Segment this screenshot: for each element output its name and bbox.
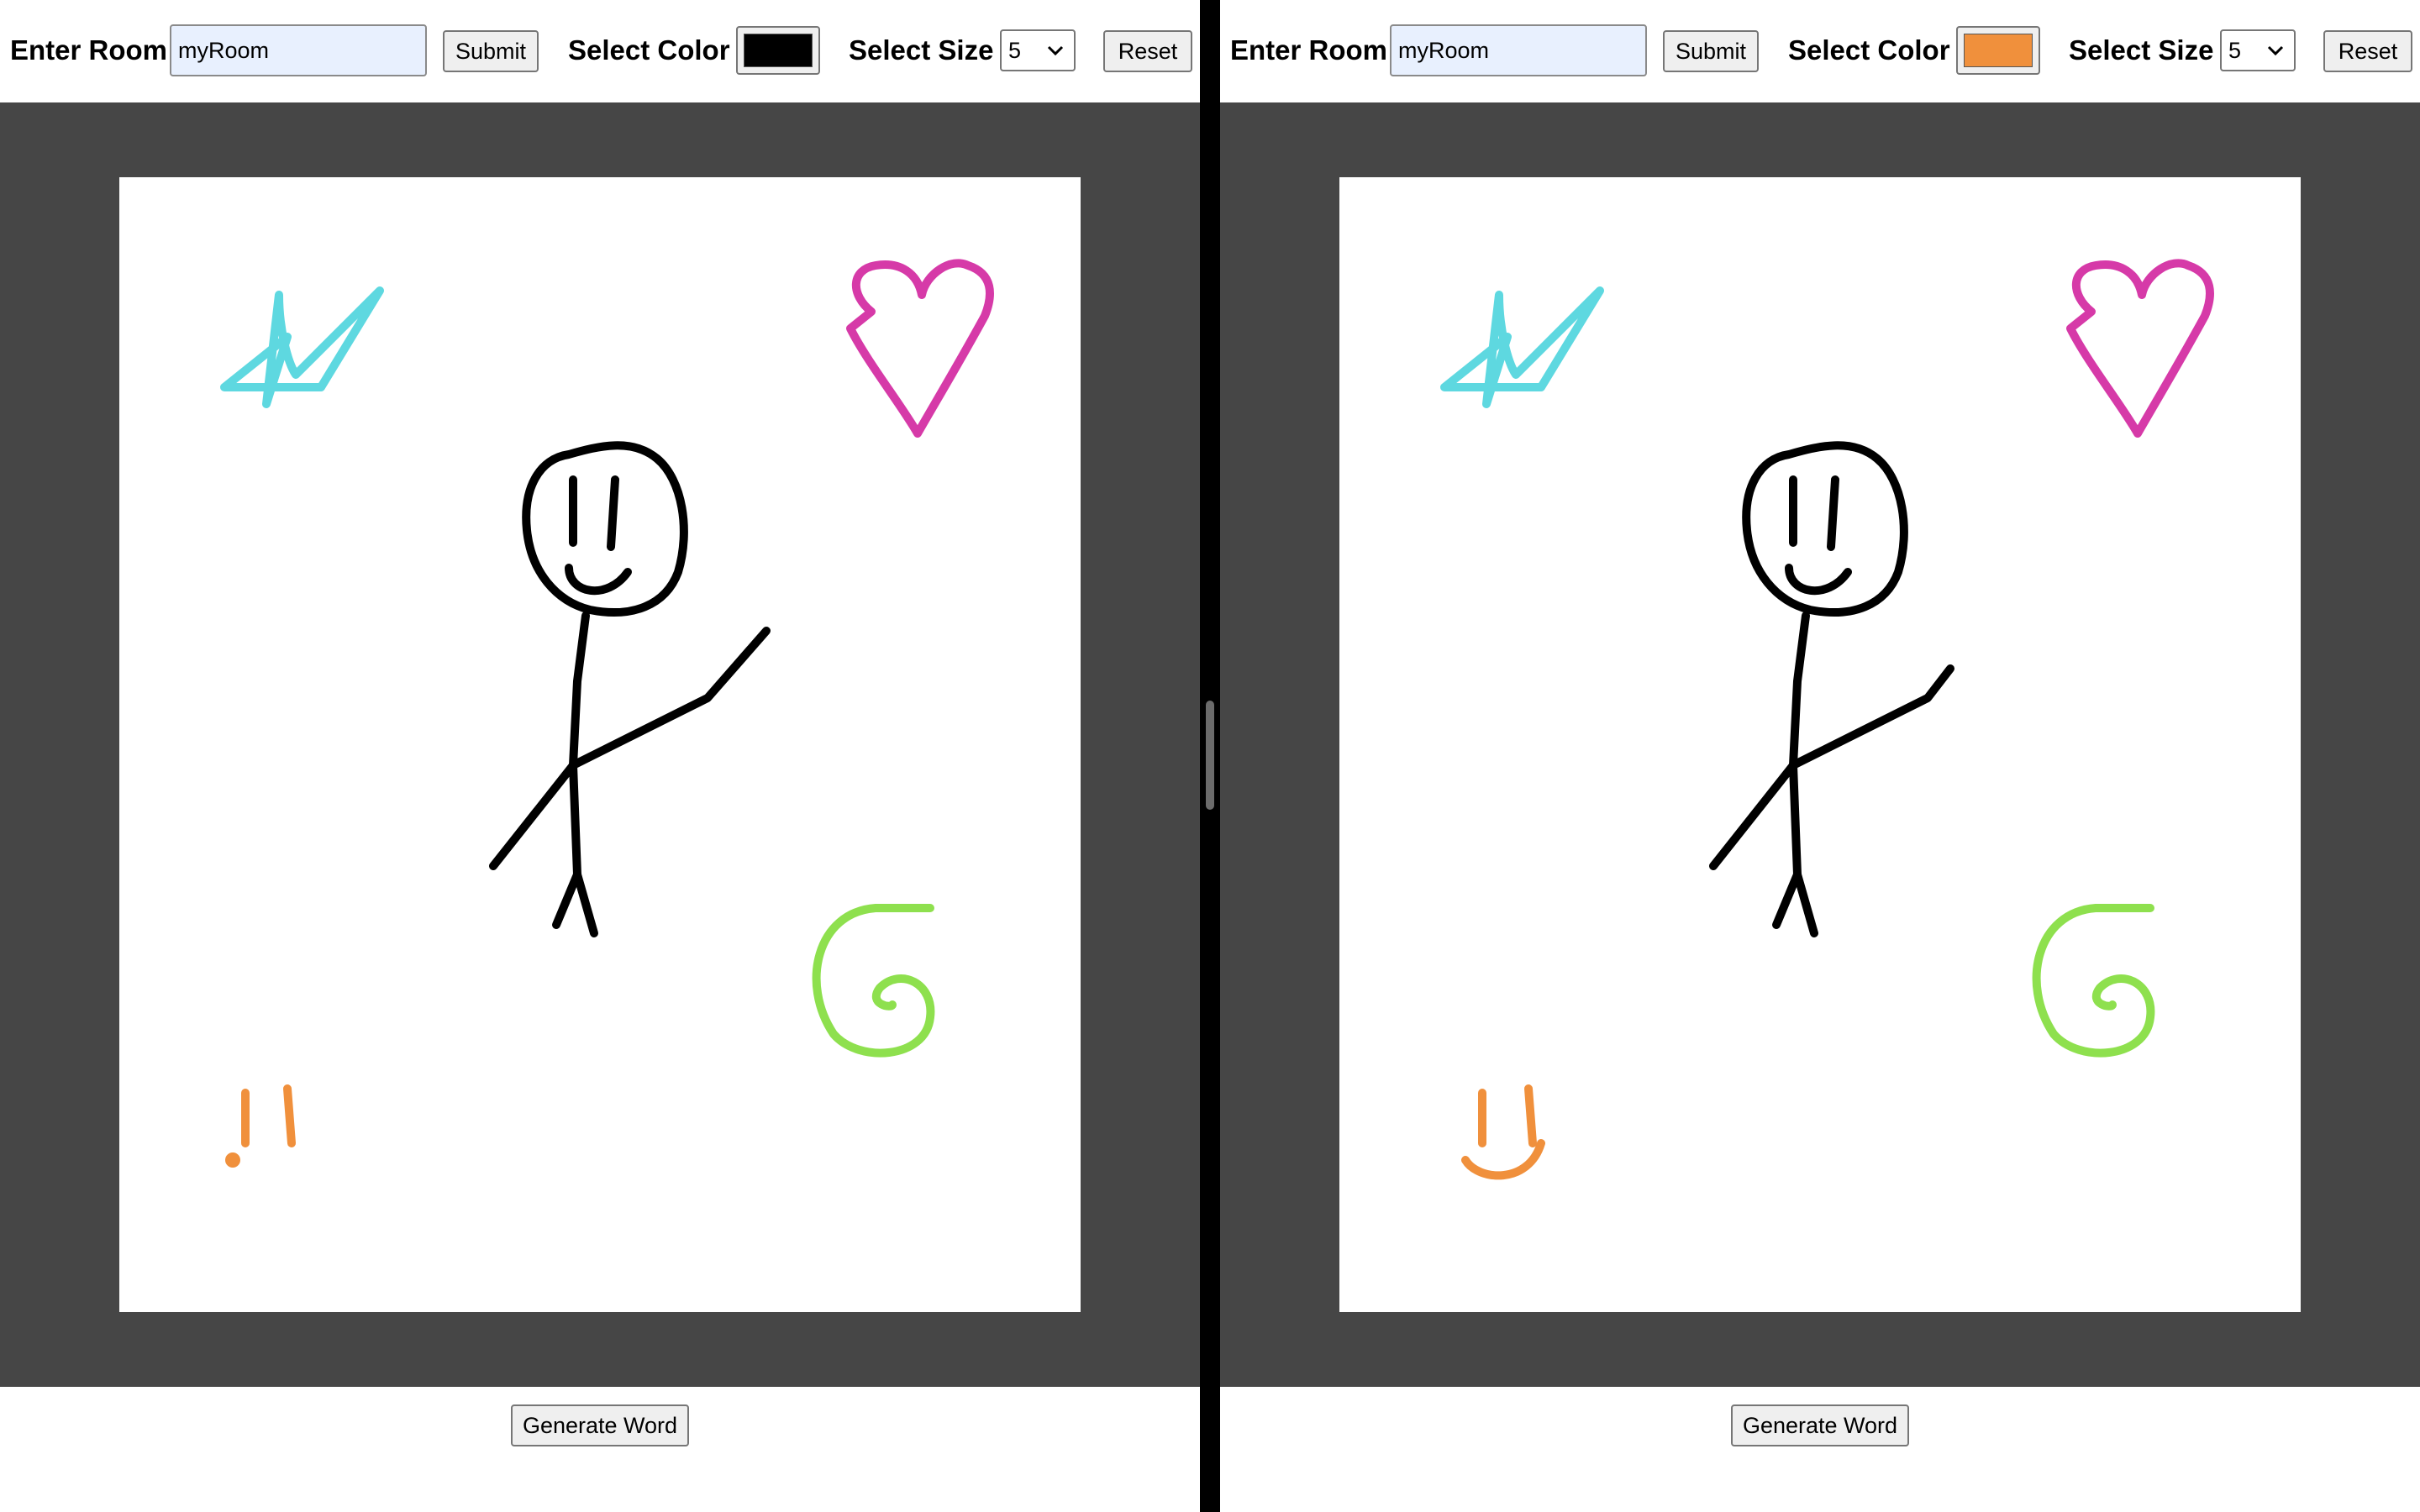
color-picker[interactable]: [1956, 26, 2040, 75]
generate-word-button[interactable]: Generate Word: [511, 1404, 689, 1446]
leg-left-drawing: [1772, 870, 1802, 929]
room-label: Enter Room: [1230, 34, 1388, 66]
smile-drawing: [1785, 564, 1852, 596]
arm-left-drawing: [489, 761, 577, 870]
color-picker[interactable]: [736, 26, 820, 75]
color-label: Select Color: [568, 34, 730, 66]
chevron-down-icon: [1047, 45, 1064, 56]
orange-right-dot: [283, 1084, 296, 1147]
smile-drawing: [565, 564, 632, 596]
reset-button[interactable]: Reset: [1103, 30, 1192, 72]
size-value: 5: [2228, 37, 2242, 63]
right-eye-drawing: [1827, 475, 1839, 551]
split-divider-handle[interactable]: [1206, 701, 1214, 810]
canvas-stage: [0, 102, 1200, 1387]
body-drawing: [1789, 612, 1810, 879]
drawing-strokes: [1440, 259, 2214, 1180]
submit-button[interactable]: Submit: [1663, 30, 1759, 72]
arm-left-drawing: [1709, 761, 1797, 870]
leg-right-drawing: [1793, 870, 1818, 937]
room-input[interactable]: [1390, 24, 1647, 76]
body-drawing: [569, 612, 590, 879]
size-value: 5: [1008, 37, 1022, 63]
star-drawing: [1440, 286, 1604, 408]
orange-point: [225, 1152, 240, 1168]
leg-right-drawing: [573, 870, 598, 937]
submit-button[interactable]: Submit: [443, 30, 539, 72]
size-label: Select Size: [2069, 34, 2214, 66]
chevron-down-icon: [2267, 45, 2284, 56]
star-drawing: [220, 286, 384, 408]
right-eye-drawing: [607, 475, 619, 551]
generate-word-button[interactable]: Generate Word: [1731, 1404, 1909, 1446]
spiral-drawing: [2032, 904, 2155, 1058]
room-input[interactable]: [170, 24, 427, 76]
arm-right-drawing: [1789, 664, 1954, 769]
arm-right-drawing: [569, 627, 771, 769]
drawing-strokes: [220, 259, 994, 1168]
spiral-drawing: [812, 904, 935, 1058]
left-client-pane: Enter Room Submit Select Color Select Si…: [0, 0, 1200, 1512]
color-chip: [1964, 34, 2033, 67]
reset-button[interactable]: Reset: [2323, 30, 2412, 72]
toolbar: Enter Room Submit Select Color Select Si…: [1220, 0, 2420, 102]
drawing-canvas[interactable]: [119, 177, 1081, 1312]
size-label: Select Size: [849, 34, 994, 66]
room-label: Enter Room: [10, 34, 168, 66]
heart-drawing: [2066, 259, 2214, 438]
toolbar: Enter Room Submit Select Color Select Si…: [0, 0, 1200, 102]
drawing-canvas[interactable]: [1339, 177, 2301, 1312]
leg-left-drawing: [552, 870, 581, 929]
size-select[interactable]: 5: [2220, 29, 2296, 71]
color-chip: [744, 34, 813, 67]
color-label: Select Color: [1788, 34, 1950, 66]
heart-drawing: [846, 259, 994, 438]
orange-smile: [1461, 1139, 1545, 1180]
canvas-stage: [1220, 102, 2420, 1387]
right-client-pane: Enter Room Submit Select Color Select Si…: [1220, 0, 2420, 1512]
size-select[interactable]: 5: [1000, 29, 1076, 71]
orange-right-eye: [1524, 1084, 1537, 1147]
